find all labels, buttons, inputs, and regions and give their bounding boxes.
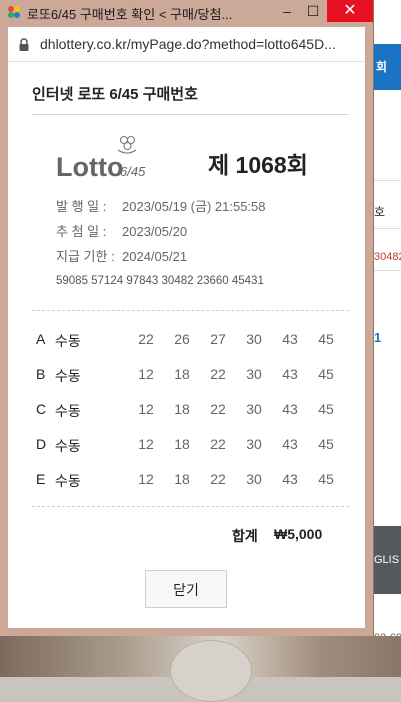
total-value: ₩5,000 xyxy=(274,526,323,542)
game-row: E 수동 12 18 22 30 43 45 xyxy=(34,471,349,491)
game-number: 27 xyxy=(210,331,226,347)
game-row: D 수동 12 18 22 30 43 45 xyxy=(34,436,349,456)
game-key: A xyxy=(36,331,46,347)
game-number: 45 xyxy=(318,366,334,382)
background-blue-link[interactable]: 1 xyxy=(374,330,401,345)
lock-icon xyxy=(19,38,29,51)
game-number: 43 xyxy=(282,366,298,382)
game-number: 12 xyxy=(138,471,154,487)
game-number: 12 xyxy=(138,436,154,452)
background-blue-tab: 회 xyxy=(374,44,401,90)
games-divider xyxy=(32,506,349,507)
background-divider xyxy=(374,180,401,181)
background-dark-button[interactable]: GLIS xyxy=(374,526,401,594)
game-mode: 수동 xyxy=(55,368,81,384)
issue-date-value: 2023/05/19 (금) 21:55:58 xyxy=(122,199,266,214)
total-label: 합계 xyxy=(232,528,258,544)
maximize-button[interactable]: ☐ xyxy=(298,0,328,22)
lotto-logo: Lotto 6/45 xyxy=(56,135,146,180)
url-text: dhlottery.co.kr/myPage.do?method=lotto64… xyxy=(40,36,336,52)
game-number: 12 xyxy=(138,401,154,417)
coin-image xyxy=(170,640,252,702)
address-bar[interactable]: dhlottery.co.kr/myPage.do?method=lotto64… xyxy=(8,27,365,62)
game-mode: 수동 xyxy=(55,473,81,489)
game-number: 45 xyxy=(318,401,334,417)
title-divider xyxy=(32,114,349,115)
background-divider xyxy=(374,270,401,271)
game-number: 43 xyxy=(282,471,298,487)
game-number: 22 xyxy=(210,401,226,417)
game-key: E xyxy=(36,471,46,487)
background-red-text: 30482 xyxy=(374,251,401,263)
background-photo xyxy=(0,636,401,702)
game-number: 45 xyxy=(318,331,334,347)
background-header-text: 호 xyxy=(374,205,386,219)
game-key: B xyxy=(36,366,46,382)
game-row: B 수동 12 18 22 30 43 45 xyxy=(34,366,349,386)
window-title: 로또6/45 구매번호 확인 < 구매/당첨... xyxy=(27,7,233,22)
game-mode: 수동 xyxy=(55,333,81,349)
issue-date-row: 발 행 일 : 2023/05/19 (금) 21:55:58 xyxy=(56,196,266,215)
game-key: D xyxy=(36,436,47,452)
close-button[interactable]: 닫기 xyxy=(145,570,227,608)
game-number: 22 xyxy=(138,331,154,347)
popup-content: 인터넷 로또 6/45 구매번호 Lotto 6/45 제 1068회 발 행 … xyxy=(8,62,365,628)
lotto-logo-sub: 6/45 xyxy=(120,164,146,179)
game-number: 43 xyxy=(282,436,298,452)
game-number: 43 xyxy=(282,331,298,347)
game-number: 18 xyxy=(174,401,190,417)
game-number: 22 xyxy=(210,471,226,487)
game-number: 43 xyxy=(282,401,298,417)
game-number: 30 xyxy=(246,331,262,347)
page-title: 인터넷 로또 6/45 구매번호 xyxy=(32,86,198,103)
game-number: 30 xyxy=(246,401,262,417)
info-divider xyxy=(32,310,349,311)
game-number: 26 xyxy=(174,331,190,347)
issue-date-label: 발 행 일 : xyxy=(56,199,107,214)
popup-window: 로또6/45 구매번호 확인 < 구매/당첨... – ☐ ✕ dhlotter… xyxy=(0,0,373,636)
lotto-logo-text: Lotto xyxy=(56,152,123,180)
background-divider xyxy=(374,228,401,229)
game-number: 18 xyxy=(174,366,190,382)
game-number: 45 xyxy=(318,436,334,452)
game-number: 30 xyxy=(246,366,262,382)
game-row: C 수동 12 18 22 30 43 45 xyxy=(34,401,349,421)
draw-date-label: 추 첨 일 : xyxy=(56,224,107,239)
game-mode: 수동 xyxy=(55,403,81,419)
game-number: 45 xyxy=(318,471,334,487)
game-number: 22 xyxy=(210,366,226,382)
game-number: 18 xyxy=(174,436,190,452)
deadline-value: 2024/05/21 xyxy=(122,249,188,264)
game-number: 22 xyxy=(210,436,226,452)
draw-date-row: 추 첨 일 : 2023/05/20 xyxy=(56,221,187,240)
game-number: 18 xyxy=(174,471,190,487)
game-number: 30 xyxy=(246,471,262,487)
background-dark-label: GLIS xyxy=(374,554,400,566)
title-bar[interactable]: 로또6/45 구매번호 확인 < 구매/당첨... – ☐ ✕ xyxy=(0,0,373,24)
deadline-label: 지급 기한 : xyxy=(56,249,115,264)
game-row: A 수동 22 26 27 30 43 45 xyxy=(34,331,349,351)
game-number: 30 xyxy=(246,436,262,452)
draw-date-value: 2023/05/20 xyxy=(122,224,188,239)
barcode-number: 59085 57124 97843 30482 23660 45431 xyxy=(56,275,264,287)
game-mode: 수동 xyxy=(55,438,81,454)
game-key: C xyxy=(36,401,47,417)
lottery-clover-icon xyxy=(8,6,20,18)
game-number: 12 xyxy=(138,366,154,382)
deadline-row: 지급 기한 : 2024/05/21 xyxy=(56,246,187,265)
background-blue-label: 회 xyxy=(376,60,388,74)
round-number: 제 1068회 xyxy=(208,152,308,178)
close-window-button[interactable]: ✕ xyxy=(327,0,373,22)
